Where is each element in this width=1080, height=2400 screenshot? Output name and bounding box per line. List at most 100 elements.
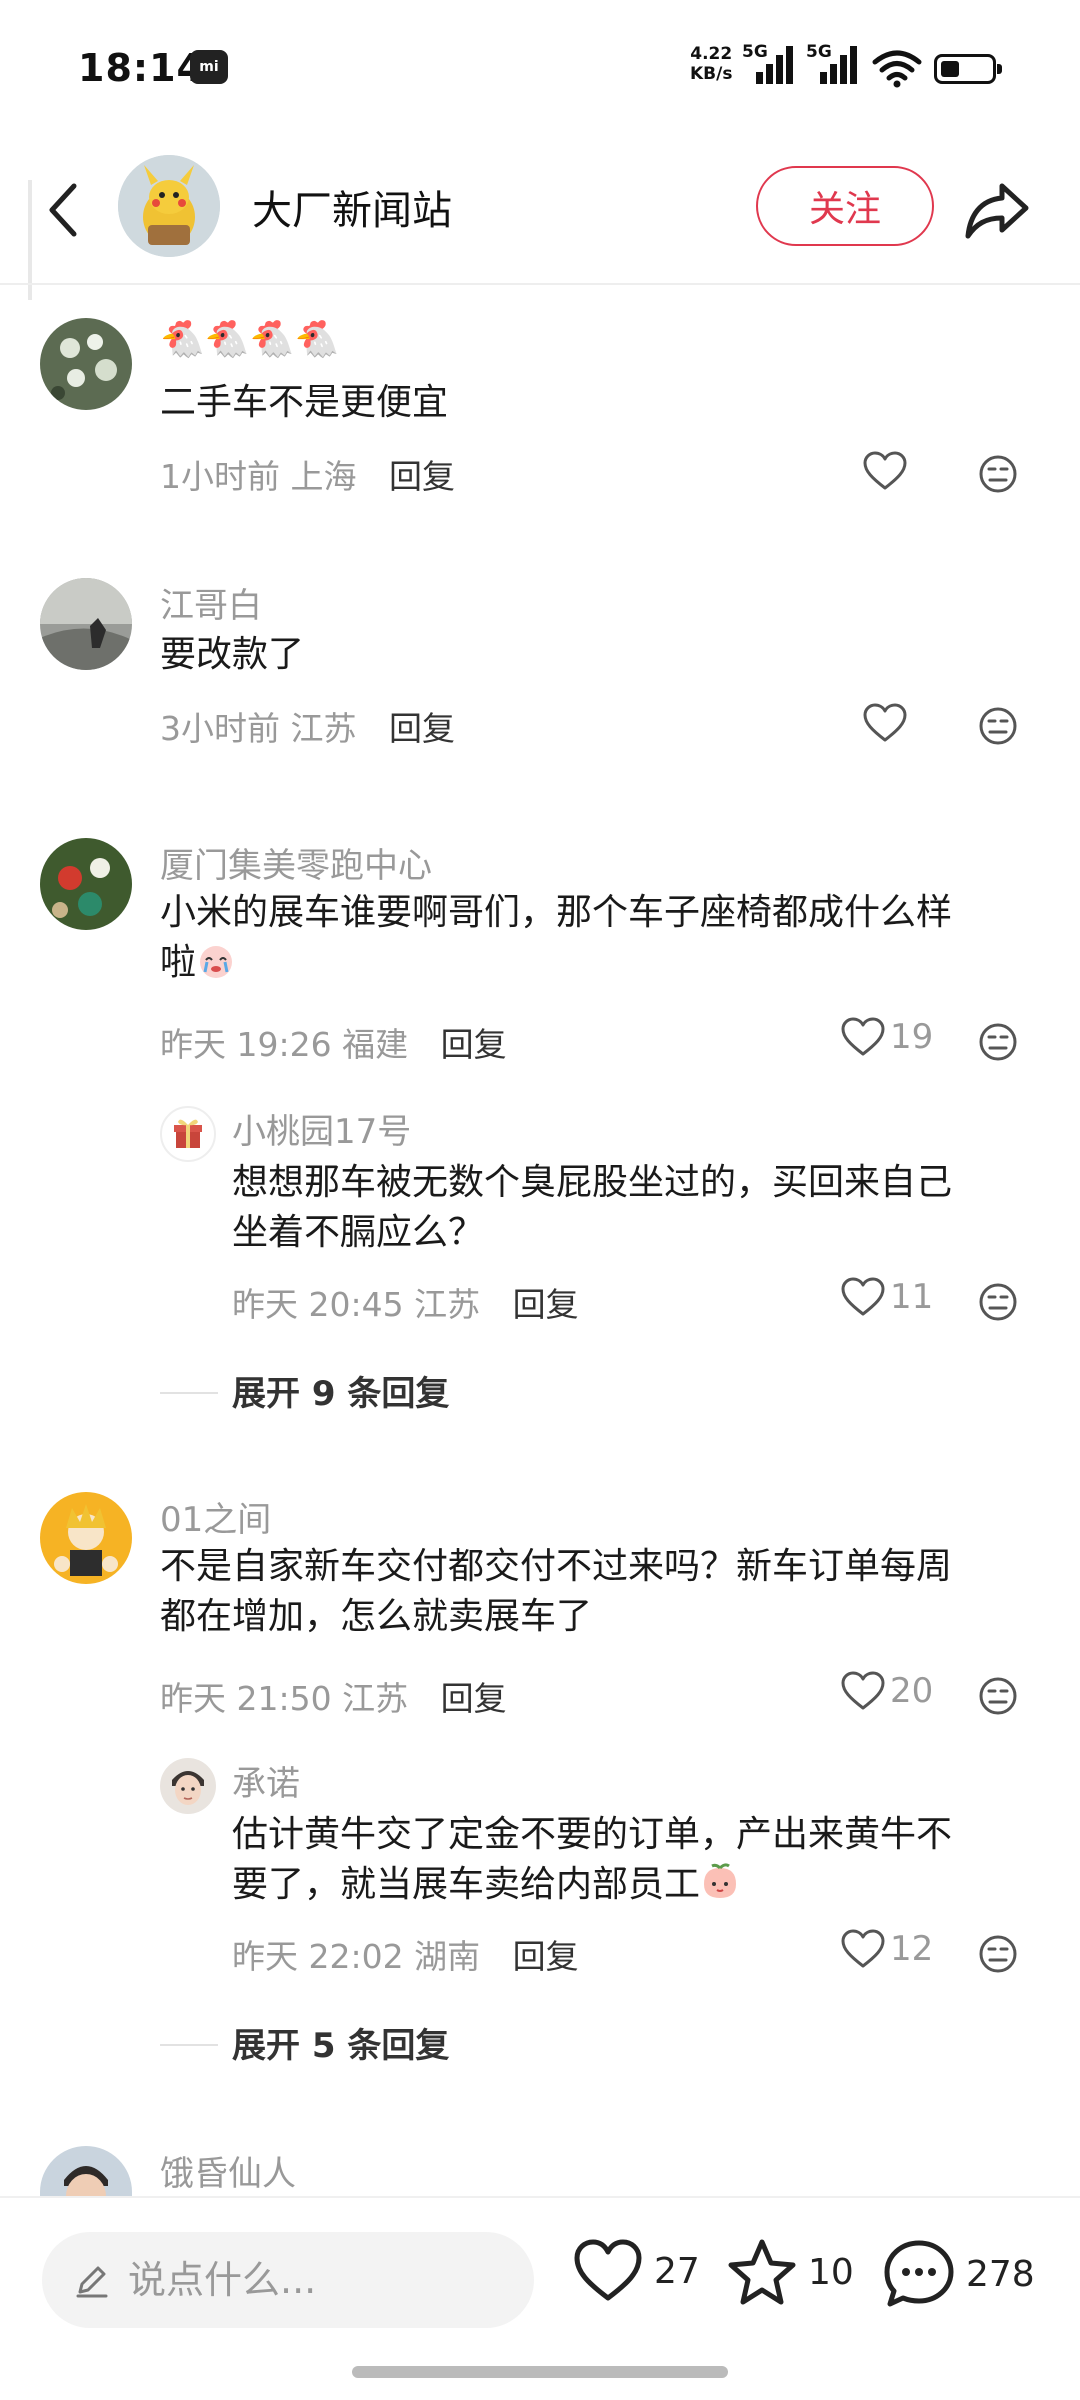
comment-location: 福建 bbox=[342, 1025, 409, 1064]
heart-icon bbox=[841, 1929, 885, 1968]
share-button[interactable] bbox=[962, 174, 1032, 244]
status-bar: 18:14 mi 4.22 KB/s 5G 5G bbox=[0, 0, 1080, 130]
reply-text-line: 估计黄牛交了定金不要的订单，产出来黄牛不 bbox=[232, 1814, 953, 1855]
dislike-icon[interactable] bbox=[978, 1022, 1018, 1062]
like-count: 19 bbox=[890, 1017, 934, 1057]
heart-icon bbox=[841, 1017, 885, 1056]
heart-icon bbox=[863, 451, 907, 490]
reply-username[interactable]: 承诺 bbox=[232, 1756, 300, 1805]
reply-time: 昨天 22:02 bbox=[232, 1937, 404, 1976]
comment-input-box[interactable] bbox=[42, 2232, 534, 2328]
comment-username[interactable]: 厦门集美零跑中心 bbox=[160, 838, 432, 887]
like-button[interactable]: 19 bbox=[840, 1016, 933, 1058]
reply-text: 估计黄牛交了定金不要的订单，产出来黄牛不 要了，就当展车卖给内部员工 bbox=[232, 1810, 1032, 1910]
heart-icon bbox=[574, 2239, 642, 2301]
comments-button[interactable]: 278 bbox=[882, 2238, 1035, 2310]
reply-location: 江苏 bbox=[414, 1285, 481, 1324]
home-indicator[interactable] bbox=[352, 2366, 728, 2378]
wifi-icon bbox=[872, 50, 922, 88]
reply-text-line: 要了，就当展车卖给内部员工 bbox=[232, 1860, 1032, 1910]
reply-location: 湖南 bbox=[414, 1937, 481, 1976]
dislike-icon[interactable] bbox=[978, 1676, 1018, 1716]
like-button[interactable]: 12 bbox=[840, 1928, 933, 1970]
replier-avatar[interactable] bbox=[160, 1106, 216, 1162]
account-avatar[interactable] bbox=[118, 155, 220, 257]
comment-meta: 1小时前 上海 回复 bbox=[160, 450, 455, 498]
comment-meta: 昨天 19:26 福建 回复 bbox=[160, 1018, 507, 1066]
like-button[interactable]: 20 bbox=[840, 1670, 933, 1712]
commenter-avatar[interactable] bbox=[40, 578, 132, 670]
comment-time: 3小时前 bbox=[160, 709, 280, 748]
dislike-icon[interactable] bbox=[978, 1934, 1018, 1974]
expand-divider bbox=[160, 1392, 218, 1394]
page-title: 大厂新闻站 bbox=[252, 188, 452, 234]
comment-text-line: 不是自家新车交付都交付不过来吗？新车订单每周 bbox=[160, 1546, 953, 1587]
reply-button[interactable]: 回复 bbox=[441, 1025, 507, 1064]
network-speed: 4.22 KB/s bbox=[690, 44, 732, 84]
reply-button[interactable]: 回复 bbox=[441, 1679, 507, 1718]
heart-icon bbox=[841, 1671, 885, 1710]
like-button[interactable] bbox=[862, 702, 912, 744]
comment-text: 二手车不是更便宜 bbox=[160, 382, 449, 423]
comment-username[interactable]: 江哥白 bbox=[160, 578, 262, 627]
reply-button[interactable]: 回复 bbox=[513, 1937, 579, 1976]
gift-icon bbox=[174, 1119, 202, 1148]
chat-bubble-icon bbox=[884, 2240, 954, 2307]
bottom-action-bar: 27 10 278 bbox=[0, 2196, 1080, 2400]
reply-meta: 昨天 20:45 江苏 回复 bbox=[232, 1278, 579, 1326]
dislike-icon[interactable] bbox=[978, 1282, 1018, 1322]
comment-text-line-content: 啦 bbox=[160, 942, 197, 983]
share-icon bbox=[965, 183, 1029, 239]
replier-avatar[interactable] bbox=[160, 1758, 216, 1814]
comment-text-line: 都在增加，怎么就卖展车了 bbox=[160, 1596, 593, 1637]
comment-text: 小米的展车谁要啊哥们，那个车子座椅都成什么样 啦 bbox=[160, 888, 1020, 988]
commenter-avatar[interactable] bbox=[40, 318, 132, 410]
comment-text: 不是自家新车交付都交付不过来吗？新车订单每周 都在增加，怎么就卖展车了 bbox=[160, 1542, 1020, 1642]
like-post-button[interactable]: 27 bbox=[572, 2238, 700, 2304]
reply-username[interactable]: 小桃园17号 bbox=[232, 1104, 411, 1153]
network-speed-unit: KB/s bbox=[690, 64, 733, 84]
expand-divider bbox=[160, 2044, 218, 2046]
favorite-button[interactable]: 10 bbox=[726, 2238, 854, 2306]
reply-button[interactable]: 回复 bbox=[389, 457, 455, 496]
like-count: 20 bbox=[890, 1671, 934, 1711]
chevron-left-icon bbox=[49, 183, 77, 237]
comment-text: 要改款了 bbox=[160, 634, 305, 675]
expand-replies-button[interactable]: 展开 9 条回复 bbox=[232, 1366, 449, 1415]
comment-location: 江苏 bbox=[290, 709, 357, 748]
comment-location: 上海 bbox=[290, 457, 357, 496]
comment-time: 1小时前 bbox=[160, 457, 280, 496]
comment-text-line: 小米的展车谁要啊哥们，那个车子座椅都成什么样 bbox=[160, 892, 953, 933]
comment-meta: 3小时前 江苏 回复 bbox=[160, 702, 455, 750]
comment-input[interactable] bbox=[128, 2258, 528, 2302]
comment-username[interactable]: 🐔🐔🐔🐔 bbox=[160, 318, 339, 360]
reply-text: 想想那车被无数个臭屁股坐过的，买回来自己 坐着不膈应么？ bbox=[232, 1158, 1032, 1258]
follow-button[interactable]: 关注 bbox=[756, 166, 934, 246]
crying-face-emoji-icon bbox=[200, 946, 233, 978]
network-speed-value: 4.22 bbox=[690, 44, 733, 64]
comment-time: 昨天 21:50 bbox=[160, 1679, 332, 1718]
dislike-icon[interactable] bbox=[978, 454, 1018, 494]
page-header: 大厂新闻站 关注 bbox=[0, 140, 1080, 285]
comment-meta: 昨天 21:50 江苏 回复 bbox=[160, 1672, 507, 1720]
back-button[interactable] bbox=[38, 170, 88, 250]
battery-icon bbox=[934, 54, 1002, 84]
dislike-icon[interactable] bbox=[978, 706, 1018, 746]
peach-face-emoji-icon bbox=[704, 1863, 737, 1898]
post-like-count: 27 bbox=[654, 2250, 700, 2292]
commenter-avatar[interactable] bbox=[40, 838, 132, 930]
status-time: 18:14 bbox=[78, 46, 204, 90]
reply-button[interactable]: 回复 bbox=[389, 709, 455, 748]
commenter-avatar[interactable] bbox=[40, 1492, 132, 1584]
like-button[interactable]: 11 bbox=[840, 1276, 933, 1318]
pencil-icon bbox=[76, 2266, 108, 2298]
comment-username[interactable]: 01之间 bbox=[160, 1492, 271, 1541]
like-button[interactable] bbox=[862, 450, 912, 492]
like-count: 12 bbox=[890, 1929, 934, 1969]
comment-username[interactable]: 饿昏仙人 bbox=[160, 2146, 296, 2195]
like-count: 11 bbox=[890, 1277, 934, 1317]
commenter-avatar[interactable] bbox=[40, 2146, 132, 2196]
comment-time: 昨天 19:26 bbox=[160, 1025, 332, 1064]
expand-replies-button[interactable]: 展开 5 条回复 bbox=[232, 2018, 449, 2067]
reply-button[interactable]: 回复 bbox=[513, 1285, 579, 1324]
